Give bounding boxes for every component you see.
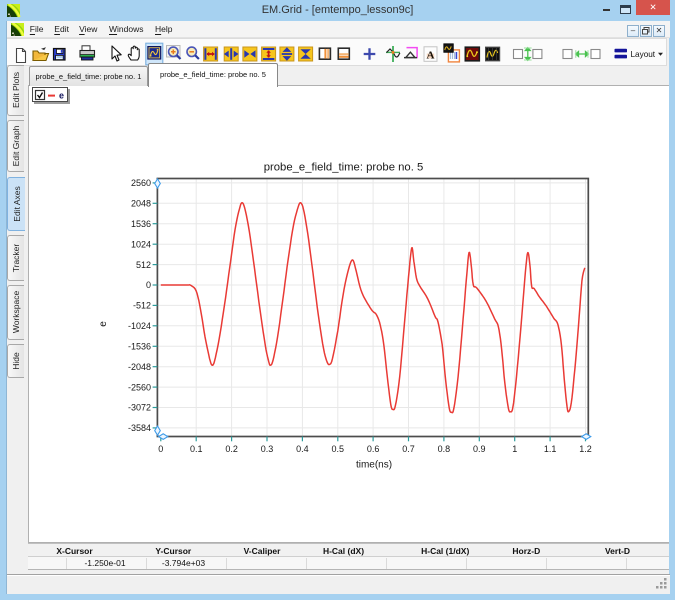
- svg-text:Layout: Layout: [631, 50, 656, 59]
- svg-text:0.5: 0.5: [332, 444, 345, 454]
- svg-text:0.8: 0.8: [438, 444, 451, 454]
- svg-text:-512: -512: [133, 301, 151, 311]
- svg-text:1536: 1536: [131, 219, 151, 229]
- svg-text:probe_e_field_time: probe no.: probe_e_field_time: probe no. 5: [264, 162, 424, 174]
- svg-text:e: e: [98, 321, 109, 327]
- svg-text:1024: 1024: [131, 239, 151, 249]
- svg-text:0.3: 0.3: [261, 444, 274, 454]
- svg-text:0.2: 0.2: [225, 444, 238, 454]
- svg-text:-2048: -2048: [128, 362, 151, 372]
- svg-text:-3584: -3584: [128, 423, 151, 433]
- svg-text:0.9: 0.9: [473, 444, 486, 454]
- svg-text:-1024: -1024: [128, 321, 151, 331]
- svg-text:512: 512: [136, 260, 151, 270]
- svg-text:0.7: 0.7: [402, 444, 415, 454]
- svg-text:1: 1: [512, 444, 517, 454]
- svg-text:-3072: -3072: [128, 403, 151, 413]
- svg-text:-2560: -2560: [128, 382, 151, 392]
- svg-text:e: e: [59, 91, 64, 101]
- svg-text:-1536: -1536: [128, 342, 151, 352]
- svg-text:0: 0: [146, 280, 151, 290]
- svg-text:2560: 2560: [131, 178, 151, 188]
- svg-text:0.6: 0.6: [367, 444, 380, 454]
- svg-text:time(ns): time(ns): [356, 460, 392, 471]
- svg-text:2048: 2048: [131, 199, 151, 209]
- svg-text:1.1: 1.1: [544, 444, 557, 454]
- svg-text:0.4: 0.4: [296, 444, 309, 454]
- svg-text:1.2: 1.2: [579, 444, 592, 454]
- svg-text:A: A: [427, 50, 435, 62]
- svg-text:0.1: 0.1: [190, 444, 203, 454]
- svg-text:0: 0: [158, 444, 163, 454]
